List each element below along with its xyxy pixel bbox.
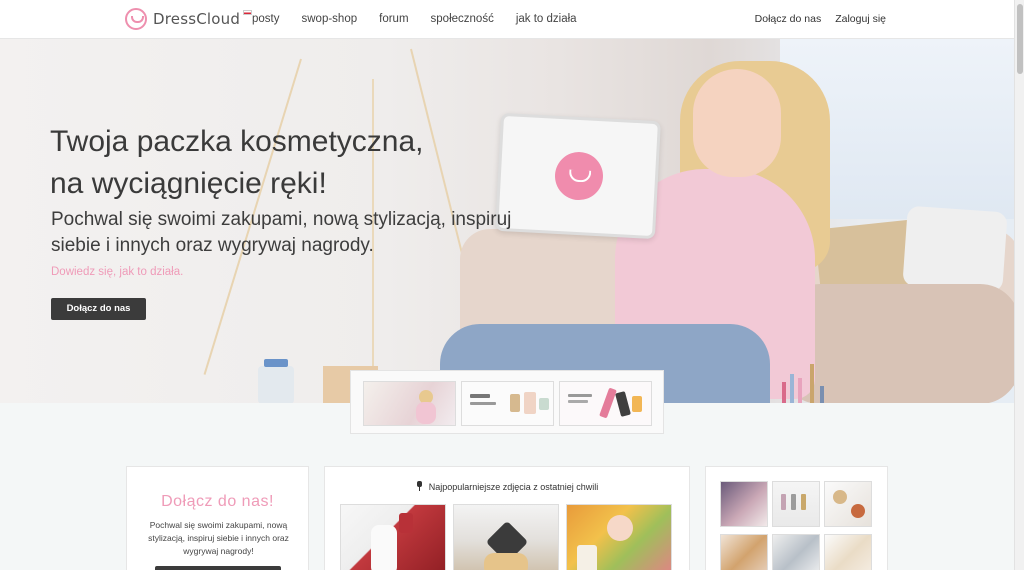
makeup-brushes-image: [780, 359, 835, 403]
auth-links: Dołącz do nas Zaloguj się: [755, 13, 886, 25]
poland-flag-icon: [243, 9, 253, 15]
logo-text: DressCloud: [153, 10, 241, 28]
grid-photo[interactable]: [824, 534, 872, 570]
grid-photo[interactable]: [772, 481, 820, 527]
nav-link-jak-to-dziala[interactable]: jak to działa: [516, 13, 577, 25]
dresscloud-logo[interactable]: DressCloud: [125, 8, 255, 30]
slider-thumbnail[interactable]: [559, 381, 652, 426]
hero-title-line2: na wyciągnięcie ręki!: [50, 167, 327, 200]
hero-title-line1: Twoja paczka kosmetyczna,: [50, 125, 424, 158]
grid-photo[interactable]: [772, 534, 820, 570]
grid-photo[interactable]: [720, 481, 768, 527]
photo-grid-card: [705, 466, 888, 570]
grid-photo[interactable]: [720, 534, 768, 570]
hero-join-button[interactable]: Dołącz do nas: [51, 298, 146, 320]
pin-icon: [416, 481, 423, 491]
pillow-image: [902, 205, 1008, 293]
hero-title: Twoja paczka kosmetyczna, na wyciągnięci…: [50, 121, 424, 205]
tablet-logo-icon: [553, 150, 605, 202]
nav-link-spolecznosc[interactable]: społeczność: [431, 13, 494, 25]
hero-slider-thumbnails: [350, 370, 664, 434]
join-card-title: Dołącz do nas!: [161, 493, 274, 510]
nav-link-posty[interactable]: posty: [252, 13, 280, 25]
popular-photos-heading: Najpopularniejsze zdjęcia z ostatniej ch…: [325, 480, 689, 492]
woman-face-image: [693, 69, 781, 177]
how-it-works-link[interactable]: Dowiedz się, jak to działa.: [51, 266, 183, 278]
hero-subtitle: Pochwal się swoimi zakupami, nową styliz…: [51, 209, 512, 256]
login-link[interactable]: Zaloguj się: [835, 13, 886, 25]
popular-photo[interactable]: [340, 504, 446, 570]
join-card-text: Pochwal się swoimi zakupami, nową styliz…: [148, 520, 289, 556]
page-scrollbar[interactable]: [1014, 0, 1024, 570]
popular-photo[interactable]: [566, 504, 672, 570]
popular-photo[interactable]: [453, 504, 559, 570]
join-card-button[interactable]: [155, 566, 281, 570]
grid-photo[interactable]: [824, 481, 872, 527]
nav-link-swop-shop[interactable]: swop-shop: [302, 13, 358, 25]
dresscloud-logo-icon: [125, 8, 147, 30]
join-card: Dołącz do nas! Pochwal się swoimi zakupa…: [126, 466, 309, 570]
top-navigation-bar: DressCloud posty swop-shop forum społecz…: [0, 0, 1014, 39]
popular-photos-card: Najpopularniejsze zdjęcia z ostatniej ch…: [324, 466, 690, 570]
cosmetic-bottle-image: [258, 359, 294, 403]
join-link[interactable]: Dołącz do nas: [755, 13, 822, 25]
hero-banner: Twoja paczka kosmetyczna, na wyciągnięci…: [0, 39, 1014, 403]
main-nav: posty swop-shop forum społeczność jak to…: [252, 13, 599, 25]
nav-link-forum[interactable]: forum: [379, 13, 408, 25]
popular-photos-heading-text: Najpopularniejsze zdjęcia z ostatniej ch…: [428, 482, 599, 492]
slider-thumbnail[interactable]: [363, 381, 456, 426]
slider-thumbnail[interactable]: [461, 381, 554, 426]
scrollbar-thumb[interactable]: [1017, 4, 1023, 74]
